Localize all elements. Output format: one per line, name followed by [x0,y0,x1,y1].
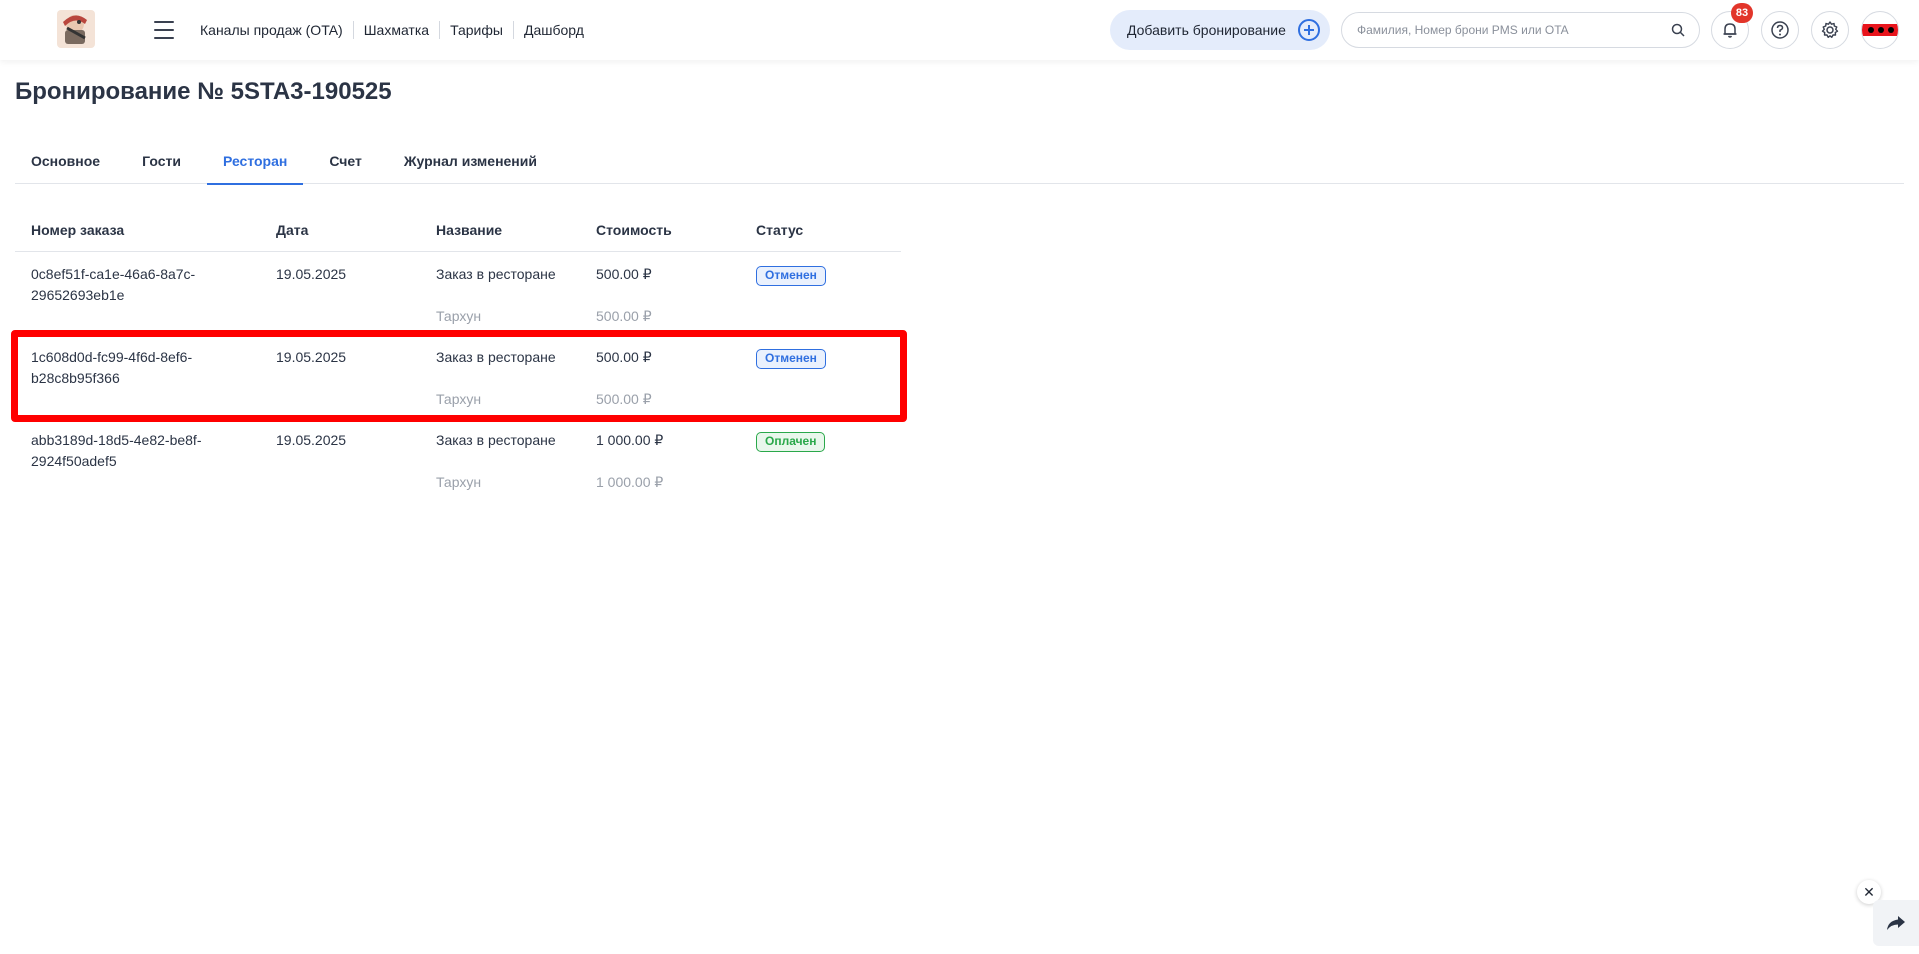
notifications-count-badge: 83 [1731,3,1753,23]
order-id: 1c608d0d-fc99-4f6d-8ef6-b28c8b95f366 [31,349,193,386]
order-name: Заказ в ресторане [436,266,556,282]
settings-button[interactable] [1811,11,1849,49]
order-price: 1 000.00 ₽ [596,432,664,448]
table-header: Номер заказа Дата Название Стоимость Ста… [15,212,901,252]
order-date: 19.05.2025 [276,266,347,282]
search-box [1341,12,1700,48]
order-price: 500.00 ₽ [596,349,652,365]
nav-dashboard[interactable]: Дашборд [514,19,594,41]
table-row[interactable]: 0c8ef51f-ca1e-46a6-8a7c-29652693eb1e 19.… [15,252,901,335]
page-title: Бронирование № 5STA3-190525 [15,78,392,105]
order-item-name: Тархун [436,391,482,407]
status-badge: Отменен [756,266,826,286]
main-nav: Каналы продаж (OTA) Шахматка Тарифы Дашб… [190,19,594,41]
order-item-price: 500.00 ₽ [596,391,652,407]
tab-guests[interactable]: Гости [126,143,197,184]
top-header: Каналы продаж (OTA) Шахматка Тарифы Дашб… [0,0,1919,60]
share-arrow-icon [1887,916,1905,930]
app-logo[interactable] [55,8,97,50]
column-header-price: Стоимость [596,222,672,238]
restaurant-orders-table: Номер заказа Дата Название Стоимость Ста… [15,212,901,501]
booking-tabs: Основное Гости Ресторан Счет Журнал изме… [15,143,1904,185]
order-item-name: Тархун [436,474,482,490]
order-item-price: 500.00 ₽ [596,308,652,324]
status-badge: Оплачен [756,432,826,452]
status-badge: Отменен [756,349,826,369]
bell-icon [1723,23,1737,38]
order-name: Заказ в ресторане [436,432,556,448]
order-item-name: Тархун [436,308,482,324]
tab-change-log[interactable]: Журнал изменений [388,143,553,184]
tab-invoice[interactable]: Счет [313,143,378,184]
column-header-status: Статус [756,222,804,238]
user-avatar[interactable] [1861,11,1899,49]
order-name: Заказ в ресторане [436,349,556,365]
question-icon [1771,21,1789,39]
add-booking-button[interactable]: Добавить бронирование [1110,10,1330,50]
order-id: 0c8ef51f-ca1e-46a6-8a7c-29652693eb1e [31,266,196,303]
order-date: 19.05.2025 [276,349,347,365]
tab-restaurant[interactable]: Ресторан [206,143,304,185]
search-icon[interactable] [1671,23,1685,37]
order-item-price: 1 000.00 ₽ [596,474,664,490]
menu-icon[interactable] [153,19,175,41]
help-button[interactable] [1761,11,1799,49]
share-button[interactable] [1873,900,1919,946]
column-header-name: Название [436,222,503,238]
search-input[interactable] [1357,23,1657,37]
order-id: abb3189d-18d5-4e82-be8f-2924f50adef5 [31,432,202,469]
avatar-image [1862,24,1898,36]
nav-chessboard[interactable]: Шахматка [354,19,439,41]
add-booking-label: Добавить бронирование [1127,22,1286,38]
column-header-date: Дата [276,222,309,238]
tab-main[interactable]: Основное [15,143,116,184]
table-row[interactable]: abb3189d-18d5-4e82-be8f-2924f50adef5 19.… [15,418,901,501]
column-header-order-id: Номер заказа [31,222,125,238]
gear-icon [1821,21,1839,38]
order-price: 500.00 ₽ [596,266,652,282]
close-icon: ✕ [1863,883,1875,900]
nav-sales-channels[interactable]: Каналы продаж (OTA) [190,19,353,41]
nav-rates[interactable]: Тарифы [440,19,513,41]
plus-circle-icon [1298,19,1320,41]
table-row[interactable]: 1c608d0d-fc99-4f6d-8ef6-b28c8b95f366 19.… [15,335,901,418]
order-date: 19.05.2025 [276,432,347,448]
